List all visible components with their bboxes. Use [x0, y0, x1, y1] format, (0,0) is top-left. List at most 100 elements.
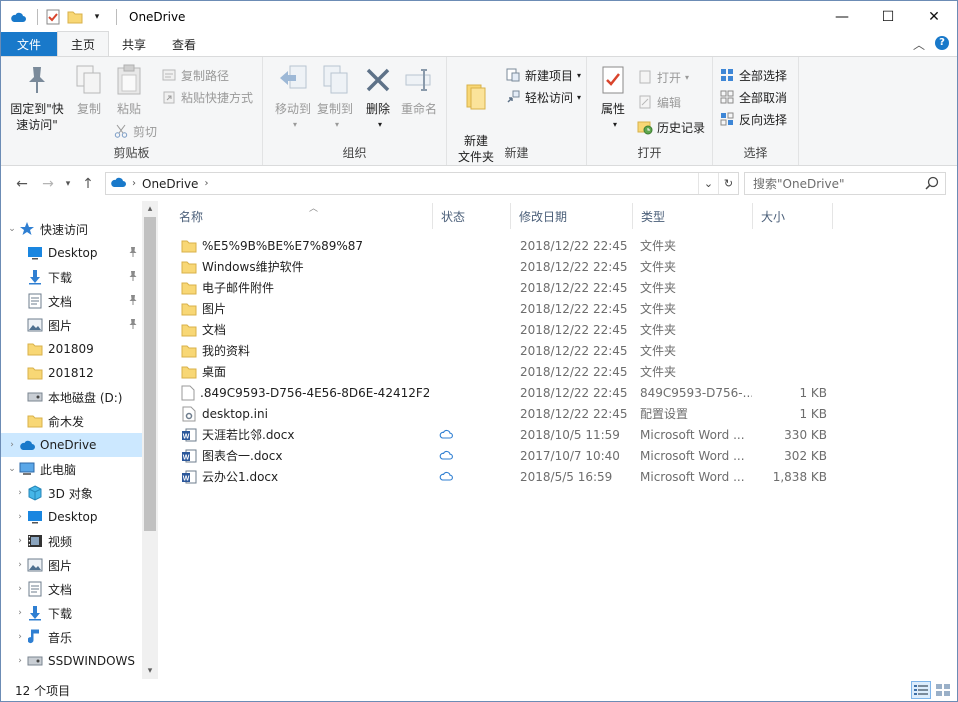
- nav-item[interactable]: ⌄ 此电脑: [1, 457, 142, 481]
- tab-view[interactable]: 查看: [159, 32, 209, 56]
- file-name-cell: W 云办公1.docx: [181, 466, 429, 487]
- maximize-button[interactable]: ☐: [865, 1, 911, 32]
- column-header-type[interactable]: 类型: [633, 203, 753, 229]
- nav-item[interactable]: 图片: [1, 313, 142, 337]
- search-icon[interactable]: [925, 176, 939, 193]
- file-status-cell: [439, 235, 499, 256]
- pin-quick-access-button[interactable]: 固定到"快速访问": [5, 63, 69, 133]
- file-row[interactable]: .849C9593-D756-4E56-8D6E-42412F2... 2018/…: [171, 382, 951, 403]
- paste-shortcut-button[interactable]: 粘贴快捷方式: [161, 87, 253, 107]
- nav-item-label: Desktop: [48, 510, 98, 524]
- file-row[interactable]: W 天涯若比邻.docx 2018/10/5 11:59 Microsoft Word…: [171, 424, 951, 445]
- expand-closed-chevron-icon[interactable]: ›: [13, 560, 27, 570]
- file-row[interactable]: desktop.ini 2018/12/22 22:45 配置设置 1 KB: [171, 403, 951, 424]
- expand-open-chevron-icon[interactable]: ⌄: [5, 224, 19, 234]
- search-box[interactable]: 搜索"OneDrive": [744, 172, 946, 195]
- recent-locations-chevron-icon[interactable]: ▾: [61, 171, 75, 197]
- nav-item[interactable]: Desktop: [1, 241, 142, 265]
- column-header-name[interactable]: 名称: [171, 203, 433, 229]
- nav-item[interactable]: › 下载: [1, 601, 142, 625]
- expand-closed-chevron-icon[interactable]: ›: [13, 488, 27, 498]
- file-row[interactable]: 电子邮件附件 2018/12/22 22:45 文件夹: [171, 277, 951, 298]
- column-header-modified[interactable]: 修改日期: [511, 203, 633, 229]
- scroll-down-icon[interactable]: ▾: [142, 663, 158, 679]
- file-row[interactable]: W 云办公1.docx 2018/5/5 16:59 Microsoft Word .…: [171, 466, 951, 487]
- file-row[interactable]: 图片 2018/12/22 22:45 文件夹: [171, 298, 951, 319]
- column-header-size[interactable]: 大小: [753, 203, 833, 229]
- tab-file[interactable]: 文件: [1, 32, 58, 56]
- address-bar[interactable]: › OneDrive › ⌄ ↻: [105, 172, 739, 195]
- help-icon[interactable]: ?: [935, 36, 949, 50]
- refresh-icon[interactable]: ↻: [718, 173, 738, 194]
- file-row[interactable]: 文档 2018/12/22 22:45 文件夹: [171, 319, 951, 340]
- nav-item-label: 201809: [48, 342, 94, 356]
- breadcrumb-chevron-icon[interactable]: ›: [204, 178, 208, 189]
- nav-item[interactable]: › SSDWINDOWS: [1, 649, 142, 673]
- file-row[interactable]: W 图表合一.docx 2017/10/7 10:40 Microsoft Word …: [171, 445, 951, 466]
- nav-item[interactable]: › 文档: [1, 577, 142, 601]
- file-row[interactable]: 桌面 2018/12/22 22:45 文件夹: [171, 361, 951, 382]
- nav-item[interactable]: 本地磁盘 (D:): [1, 385, 142, 409]
- expand-closed-chevron-icon[interactable]: ›: [13, 608, 27, 618]
- file-row[interactable]: 我的资料 2018/12/22 22:45 文件夹: [171, 340, 951, 361]
- expand-open-chevron-icon[interactable]: ⌄: [5, 464, 19, 474]
- file-name: 文档: [202, 323, 227, 337]
- nav-item[interactable]: › 视频: [1, 529, 142, 553]
- file-row[interactable]: Windows维护软件 2018/12/22 22:45 文件夹: [171, 256, 951, 277]
- easy-access-button[interactable]: 轻松访问 ▾: [505, 87, 581, 107]
- nav-item[interactable]: 俞木发: [1, 409, 142, 433]
- expand-closed-chevron-icon[interactable]: ›: [13, 584, 27, 594]
- tab-home[interactable]: 主页: [57, 31, 110, 56]
- properties-button[interactable]: 属性 ▾: [591, 63, 635, 133]
- nav-item[interactable]: 下载: [1, 265, 142, 289]
- up-arrow-icon[interactable]: ↑: [75, 171, 101, 197]
- select-none-button[interactable]: 全部取消: [719, 87, 787, 107]
- new-folder-icon[interactable]: [66, 8, 84, 26]
- invert-selection-button[interactable]: 反向选择: [719, 109, 787, 129]
- nav-item[interactable]: ⌄ 快速访问: [1, 217, 142, 241]
- tab-share[interactable]: 共享: [109, 32, 159, 56]
- copy-path-button[interactable]: 复制路径: [161, 65, 229, 85]
- address-dropdown-icon[interactable]: ⌄: [698, 173, 718, 194]
- paste-button[interactable]: 粘贴: [101, 63, 157, 117]
- nav-item[interactable]: › 音乐: [1, 625, 142, 649]
- edit-button[interactable]: 编辑: [637, 92, 681, 112]
- close-button[interactable]: ✕: [911, 1, 957, 32]
- forward-arrow-icon[interactable]: →: [35, 171, 61, 197]
- minimize-button[interactable]: —: [819, 1, 865, 32]
- open-button[interactable]: 打开 ▾: [637, 67, 689, 87]
- expand-closed-chevron-icon[interactable]: ›: [13, 512, 27, 522]
- expand-closed-chevron-icon[interactable]: ›: [13, 536, 27, 546]
- breadcrumb-chevron-icon[interactable]: ›: [132, 178, 136, 189]
- customize-dropdown-icon[interactable]: ▾: [88, 8, 106, 26]
- file-row[interactable]: %E5%9B%BE%E7%89%87 2018/12/22 22:45 文件夹: [171, 235, 951, 256]
- nav-item[interactable]: 201812: [1, 361, 142, 385]
- pin-icon: [20, 63, 54, 97]
- pin-icon: [128, 318, 138, 333]
- nav-item[interactable]: 201809: [1, 337, 142, 361]
- nav-item[interactable]: 文档: [1, 289, 142, 313]
- expand-closed-chevron-icon[interactable]: ›: [5, 440, 19, 450]
- history-button[interactable]: 历史记录: [637, 117, 705, 137]
- nav-item[interactable]: › OneDrive: [1, 433, 142, 457]
- column-header-status[interactable]: 状态: [433, 203, 511, 229]
- cut-button[interactable]: 剪切: [113, 121, 157, 141]
- details-view-icon[interactable]: [911, 681, 931, 699]
- cloud-status-icon: [439, 449, 453, 463]
- select-all-button[interactable]: 全部选择: [719, 65, 787, 85]
- scroll-up-icon[interactable]: ▴: [142, 201, 158, 217]
- breadcrumb-onedrive[interactable]: OneDrive: [142, 177, 198, 191]
- back-arrow-icon[interactable]: ←: [9, 171, 35, 197]
- scrollbar-thumb[interactable]: [144, 217, 156, 531]
- nav-item[interactable]: › 图片: [1, 553, 142, 577]
- nav-scrollbar[interactable]: ▴ ▾: [142, 201, 158, 679]
- expand-closed-chevron-icon[interactable]: ›: [13, 656, 27, 666]
- new-item-button[interactable]: 新建项目 ▾: [505, 65, 581, 85]
- nav-item[interactable]: › Desktop: [1, 505, 142, 529]
- nav-item[interactable]: › 3D 对象: [1, 481, 142, 505]
- large-icons-view-icon[interactable]: [933, 681, 953, 699]
- collapse-ribbon-icon[interactable]: ︿: [913, 36, 925, 53]
- expand-closed-chevron-icon[interactable]: ›: [13, 632, 27, 642]
- rename-button[interactable]: 重命名: [393, 63, 445, 117]
- properties-check-icon[interactable]: [44, 8, 62, 26]
